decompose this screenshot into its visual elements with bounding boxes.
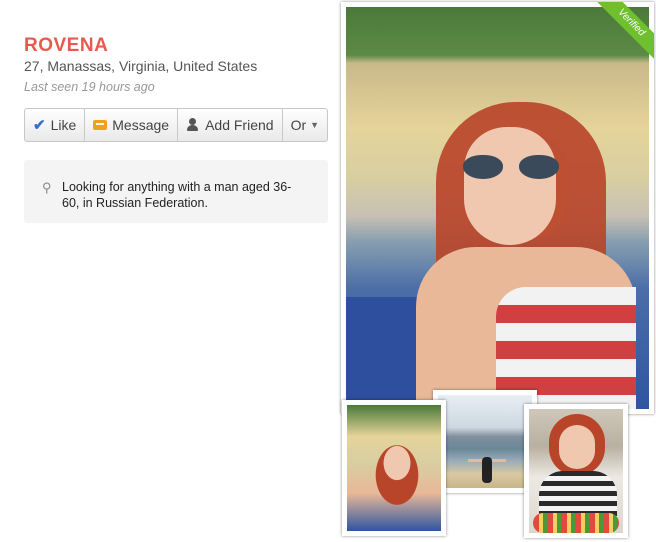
- thumbnail-2-image: [438, 395, 532, 488]
- photo-thumbnail-1[interactable]: [342, 400, 446, 536]
- verified-ribbon: Verified: [594, 2, 654, 62]
- thumbnail-3-food: [533, 513, 619, 533]
- looking-for-box: ⚲ Looking for anything with a man aged 3…: [24, 160, 328, 223]
- verified-badge: Verified: [594, 2, 654, 62]
- envelope-icon: [93, 120, 108, 130]
- photo-face: [464, 127, 556, 245]
- photo-thumbnail-2[interactable]: [433, 390, 537, 493]
- thumbnail-2-person: [482, 457, 492, 483]
- add-friend-button[interactable]: Add Friend: [178, 109, 283, 141]
- thumbnail-3-shirt: [539, 471, 617, 517]
- add-friend-icon: [186, 118, 200, 132]
- thumbnail-3-face: [559, 425, 595, 469]
- chevron-down-icon: ▼: [310, 120, 320, 130]
- or-label: Or: [290, 117, 307, 133]
- photo-thumbnail-3[interactable]: [524, 404, 628, 538]
- thumbnail-1-image: [347, 405, 441, 531]
- or-dropdown-button[interactable]: Or ▼: [283, 109, 327, 141]
- action-button-group: ✔ Like Message Add Friend Or ▼: [24, 108, 329, 142]
- photo-sunglasses: [461, 155, 561, 181]
- search-icon: ⚲: [42, 180, 52, 195]
- like-button[interactable]: ✔ Like: [25, 109, 86, 141]
- profile-location: 27, Manassas, Virginia, United States: [24, 58, 258, 74]
- main-profile-photo[interactable]: Verified: [341, 2, 654, 414]
- main-photo-image: [346, 7, 649, 409]
- message-label: Message: [112, 117, 170, 133]
- last-seen: Last seen 19 hours ago: [24, 80, 155, 94]
- message-button[interactable]: Message: [85, 109, 179, 141]
- looking-for-text: Looking for anything with a man aged 36-…: [62, 180, 292, 210]
- checkmark-icon: ✔: [33, 117, 46, 134]
- thumbnail-3-image: [529, 409, 623, 533]
- add-friend-label: Add Friend: [205, 117, 274, 133]
- like-label: Like: [50, 117, 77, 133]
- profile-name: ROVENA: [24, 35, 109, 56]
